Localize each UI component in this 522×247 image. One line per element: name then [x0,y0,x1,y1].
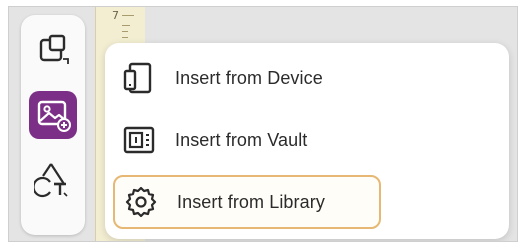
ruler-tick [122,31,128,32]
insert-from-device-item[interactable]: Insert from Device [113,51,381,105]
app-frame: 7 8 [8,6,518,242]
shapes-tool-button[interactable] [29,25,77,73]
ruler-number: 7 [112,9,119,22]
library-gear-icon [121,182,161,222]
ruler-tick [122,37,128,38]
menu-item-label: Insert from Vault [175,129,308,150]
menu-item-label: Insert from Device [175,67,323,88]
menu-item-label: Insert from Library [177,191,325,212]
insert-from-vault-item[interactable]: Insert from Vault [113,113,381,167]
device-icon [119,58,159,98]
insert-from-library-item[interactable]: Insert from Library [113,175,381,229]
insert-image-menu: Insert from Device Insert from Vault Ins… [105,43,509,239]
vault-icon [119,120,159,160]
side-toolbar [21,15,85,235]
image-tool-button[interactable] [29,91,77,139]
ruler-tick [122,25,130,26]
shape-text-icon [34,160,72,198]
ruler-tick [122,15,134,16]
image-add-icon [35,97,71,133]
shapes-icon [35,31,71,67]
shape-text-tool-button[interactable] [29,155,77,203]
